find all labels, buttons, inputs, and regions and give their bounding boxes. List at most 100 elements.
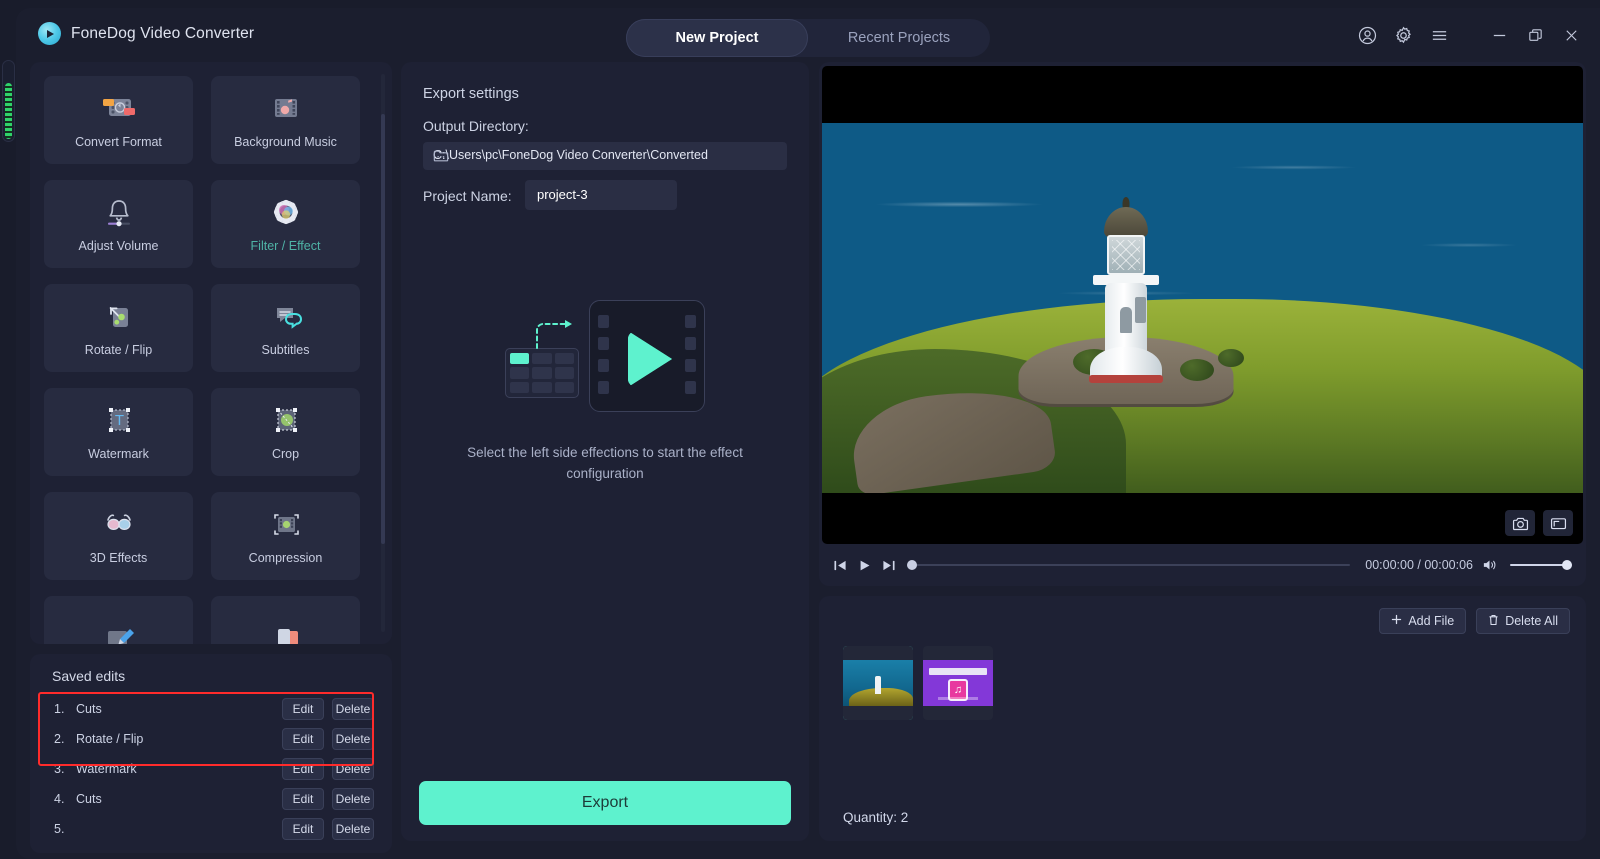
- camera-icon[interactable]: [1505, 510, 1535, 536]
- tool-background-music[interactable]: Background Music: [211, 76, 360, 164]
- lighthouse-lamp-room: [1107, 235, 1146, 275]
- export-settings-panel: Export settings Output Directory: C:\Use…: [401, 62, 809, 841]
- tool-watermark[interactable]: T Watermark: [44, 388, 193, 476]
- saved-edit-row[interactable]: 4. Cuts Edit Delete: [42, 784, 380, 814]
- convert-format-icon: [99, 92, 139, 126]
- bush: [1217, 349, 1244, 367]
- thumb-letterbox-bottom: [843, 706, 913, 720]
- trash-icon: [1488, 614, 1499, 629]
- gear-icon[interactable]: [1392, 24, 1414, 46]
- tool-subtitles[interactable]: Subtitles: [211, 284, 360, 372]
- saved-edit-row[interactable]: 1. Cuts Edit Delete: [42, 694, 380, 724]
- row-name: Cuts: [76, 702, 102, 716]
- minimize-icon[interactable]: [1488, 24, 1510, 46]
- play-icon[interactable]: [857, 559, 872, 572]
- row-index: 2.: [54, 732, 65, 746]
- saved-edit-row[interactable]: 2. Rotate / Flip Edit Delete: [42, 724, 380, 754]
- previous-frame-icon[interactable]: [833, 559, 848, 572]
- row-name: Cuts: [76, 792, 102, 806]
- project-name-input[interactable]: project-3: [525, 180, 677, 210]
- volume-icon[interactable]: [1482, 558, 1497, 572]
- seek-slider[interactable]: [907, 558, 1351, 572]
- lighthouse-window: [1135, 297, 1147, 323]
- tool-label: Background Music: [234, 134, 337, 149]
- tab-recent-projects[interactable]: Recent Projects: [808, 19, 990, 57]
- edit-button[interactable]: Edit: [282, 788, 324, 810]
- player-controls: 00:00:00 / 00:00:06: [819, 544, 1586, 586]
- title-bar: FoneDog Video Converter New Project Rece…: [16, 8, 1600, 62]
- volume-slider[interactable]: [1510, 558, 1572, 572]
- time-display: 00:00:00 / 00:00:06: [1365, 558, 1473, 572]
- tool-label: Crop: [271, 446, 300, 461]
- edit-button[interactable]: Edit: [282, 758, 324, 780]
- saved-edit-row[interactable]: 5. Edit Delete: [42, 814, 380, 844]
- saved-edits-title: Saved edits: [52, 668, 126, 684]
- add-file-button[interactable]: Add File: [1379, 608, 1467, 634]
- video-preview[interactable]: [822, 66, 1583, 544]
- delete-all-button[interactable]: Delete All: [1476, 608, 1570, 634]
- tool-merge[interactable]: [211, 596, 360, 644]
- row-name: Watermark: [76, 762, 137, 776]
- edge-level-fill: [5, 83, 12, 139]
- tool-label: Rotate / Flip: [84, 342, 153, 357]
- left-column: Convert Format Background Music Adjust V…: [30, 62, 392, 859]
- delete-button[interactable]: Delete: [332, 758, 374, 780]
- tool-adjust-volume[interactable]: Adjust Volume: [44, 180, 193, 268]
- tools-grid: Convert Format Background Music Adjust V…: [44, 76, 370, 644]
- app-window: FoneDog Video Converter New Project Rece…: [16, 8, 1600, 859]
- audio-file-thumb[interactable]: ♫: [923, 646, 993, 720]
- tools-scrollbar[interactable]: [381, 74, 385, 632]
- brand: FoneDog Video Converter: [38, 22, 254, 45]
- tool-3d-effects[interactable]: 3D Effects: [44, 492, 193, 580]
- account-icon[interactable]: [1356, 24, 1378, 46]
- svg-text:T: T: [114, 412, 123, 429]
- tool-crop[interactable]: Crop: [211, 388, 360, 476]
- seek-knob[interactable]: [907, 560, 917, 570]
- edit-button[interactable]: Edit: [282, 728, 324, 750]
- add-file-label: Add File: [1408, 614, 1455, 628]
- lighthouse-video-thumb[interactable]: [843, 646, 913, 720]
- video-frame-content: [822, 123, 1583, 493]
- tool-label: Watermark: [88, 446, 149, 461]
- filter-effect-icon: [266, 196, 306, 230]
- saved-edits-list: 1. Cuts Edit Delete 2. Rotate / Flip Edi…: [42, 694, 380, 853]
- output-directory-input[interactable]: C:\Users\pc\FoneDog Video Converter\Conv…: [423, 142, 787, 170]
- export-button[interactable]: Export: [419, 781, 791, 825]
- video-player-panel: 00:00:00 / 00:00:06: [819, 62, 1586, 586]
- delete-button[interactable]: Delete: [332, 818, 374, 840]
- play-circle-logo-icon: [38, 22, 61, 45]
- lighthouse-red-base: [1089, 375, 1164, 383]
- maximize-icon[interactable]: [1524, 24, 1546, 46]
- next-frame-icon[interactable]: [881, 559, 896, 572]
- output-directory-label: Output Directory:: [423, 118, 529, 134]
- edit-button[interactable]: Edit: [282, 818, 324, 840]
- lighthouse: [1089, 197, 1164, 397]
- tools-scrollbar-thumb[interactable]: [381, 114, 385, 544]
- delete-button[interactable]: Delete: [332, 788, 374, 810]
- menu-icon[interactable]: [1428, 24, 1450, 46]
- lighthouse-dome: [1104, 207, 1149, 237]
- tool-label: Filter / Effect: [250, 238, 321, 253]
- placeholder-play-icon: [628, 331, 672, 387]
- tool-label: Subtitles: [261, 342, 310, 357]
- volume-knob[interactable]: [1562, 560, 1572, 570]
- bush: [1179, 359, 1214, 381]
- tools-scroll-area[interactable]: Convert Format Background Music Adjust V…: [30, 62, 392, 644]
- tab-new-project[interactable]: New Project: [626, 19, 808, 57]
- crop-icon: [266, 404, 306, 438]
- delete-button[interactable]: Delete: [332, 698, 374, 720]
- tool-filter-effect[interactable]: Filter / Effect: [211, 180, 360, 268]
- delete-button[interactable]: Delete: [332, 728, 374, 750]
- effect-placeholder-text: Select the left side effections to start…: [467, 445, 743, 481]
- tool-rotate-flip[interactable]: Rotate / Flip: [44, 284, 193, 372]
- fullscreen-icon[interactable]: [1543, 510, 1573, 536]
- edit-button[interactable]: Edit: [282, 698, 324, 720]
- folder-icon[interactable]: [433, 148, 449, 163]
- tool-enhance[interactable]: [44, 596, 193, 644]
- tool-compression[interactable]: Compression: [211, 492, 360, 580]
- saved-edit-row[interactable]: 3. Watermark Edit Delete: [42, 754, 380, 784]
- tool-convert-format[interactable]: Convert Format: [44, 76, 193, 164]
- close-icon[interactable]: [1560, 24, 1582, 46]
- quantity-label: Quantity: 2: [843, 810, 909, 825]
- subtitles-icon: [266, 300, 306, 334]
